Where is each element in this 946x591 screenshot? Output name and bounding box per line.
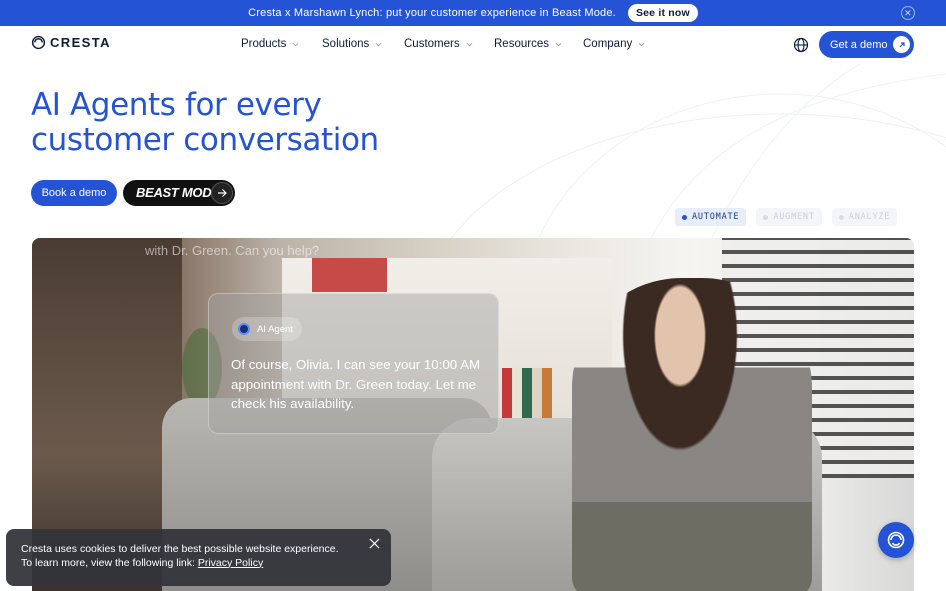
cookie-text: Cresta uses cookies to deliver the best … (21, 543, 339, 569)
top-navigation: CRESTA Products Solutions Customers Reso… (0, 26, 946, 64)
ai-agent-chip: AI Agent (232, 317, 302, 341)
get-a-demo-label: Get a demo (830, 38, 888, 51)
nav-item-products[interactable]: Products (241, 38, 322, 50)
video-person-on-phone (572, 278, 812, 591)
chevron-down-icon (555, 42, 562, 46)
beast-mode-button[interactable]: BEAST MODE (123, 180, 235, 206)
globe-icon[interactable] (793, 37, 809, 53)
chat-launcher-button[interactable] (878, 522, 914, 558)
tab-indicator-icon (763, 214, 769, 220)
nav-label: Resources (494, 38, 549, 50)
nav-label: Customers (404, 38, 460, 50)
nav-label: Products (241, 38, 287, 50)
nav-item-resources[interactable]: Resources (494, 38, 583, 50)
ai-agent-message-bubble: AI Agent Of course, Olivia. I can see yo… (208, 293, 499, 434)
previous-message-text: with Dr. Green. Can you help? (145, 243, 320, 258)
cresta-logo[interactable]: CRESTA (31, 35, 111, 50)
get-a-demo-button[interactable]: Get a demo (819, 31, 914, 58)
tab-label: AUTOMATE (692, 212, 740, 222)
cookie-banner: Cresta uses cookies to deliver the best … (6, 529, 391, 586)
headline-line-1: AI Agents for every (31, 87, 322, 123)
close-announcement-icon[interactable]: ✕ (901, 6, 915, 20)
ai-agent-icon (238, 323, 250, 335)
feature-tabs: AUTOMATE AUGMENT ANALYZE (675, 208, 898, 226)
arrow-up-right-icon (893, 36, 910, 53)
cresta-chat-icon (887, 531, 905, 549)
arrow-right-icon (211, 182, 233, 204)
chevron-down-icon (292, 42, 299, 46)
tab-indicator-icon (682, 214, 687, 220)
announcement-text: Cresta x Marshawn Lynch: put your custom… (248, 7, 616, 19)
see-it-now-button[interactable]: See it now (627, 4, 698, 22)
nav-item-company[interactable]: Company (583, 38, 645, 50)
logo-text: CRESTA (50, 35, 111, 50)
nav-item-solutions[interactable]: Solutions (322, 38, 404, 50)
nav-links: Products Solutions Customers Resources C… (241, 38, 645, 50)
privacy-policy-link[interactable]: Privacy Policy (198, 557, 263, 569)
tab-label: ANALYZE (848, 212, 891, 222)
headline-line-2: customer conversation (31, 122, 379, 158)
tab-automate[interactable]: AUTOMATE (675, 208, 747, 226)
tab-augment[interactable]: AUGMENT (756, 208, 822, 226)
nav-label: Company (583, 38, 633, 50)
nav-item-customers[interactable]: Customers (404, 38, 494, 50)
chevron-down-icon (638, 42, 645, 46)
nav-label: Solutions (322, 38, 370, 50)
ai-agent-message: Of course, Olivia. I can see your 10:00 … (231, 357, 481, 411)
ai-agent-label: AI Agent (257, 323, 293, 335)
beast-mode-logo: BEAST MODE (136, 185, 220, 200)
close-icon[interactable] (369, 538, 380, 549)
tab-label: AUGMENT (773, 212, 815, 222)
chevron-down-icon (375, 42, 382, 46)
cresta-logo-icon (31, 35, 46, 50)
tab-analyze[interactable]: ANALYZE (831, 208, 898, 226)
announcement-bar: Cresta x Marshawn Lynch: put your custom… (0, 0, 946, 26)
tab-indicator-icon (838, 214, 844, 220)
hero-headline: AI Agents for every customer conversatio… (31, 88, 379, 158)
video-books (312, 258, 387, 292)
chevron-down-icon (466, 42, 473, 46)
book-a-demo-button[interactable]: Book a demo (31, 180, 117, 206)
